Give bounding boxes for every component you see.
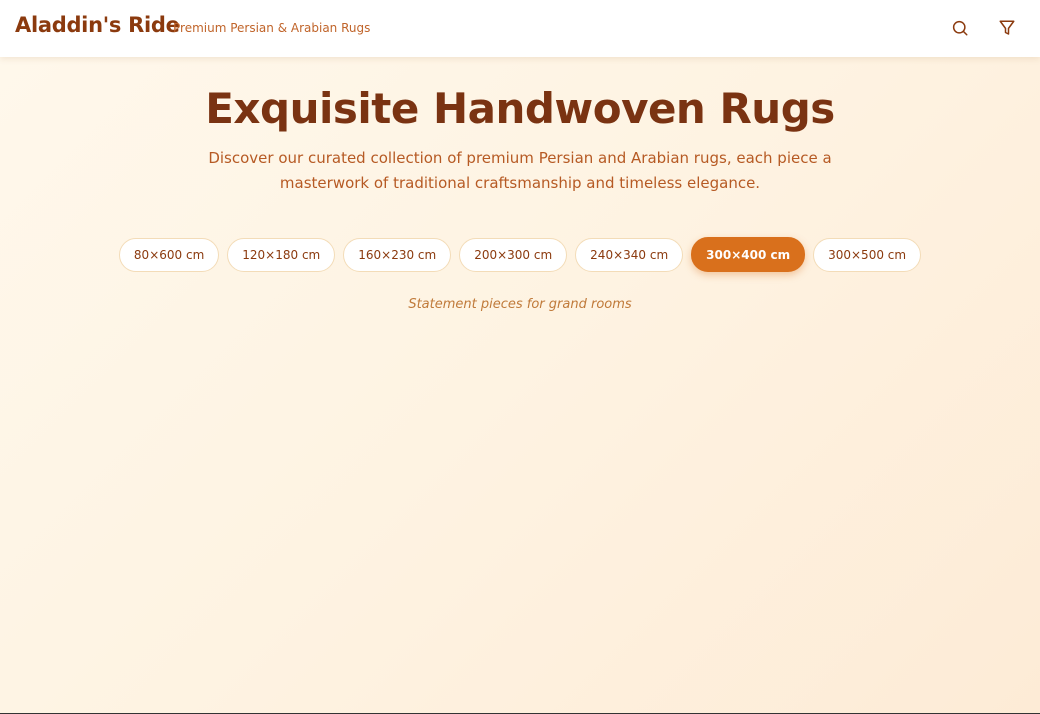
size-filter: 80×600 cm 120×180 cm 160×230 cm 200×300 … [0,237,1040,272]
filter-icon [999,20,1015,35]
page-title: Exquisite Handwoven Rugs [205,84,835,133]
size-description: Statement pieces for grand rooms [408,297,632,312]
filter-button[interactable] [994,15,1020,41]
site-header: Aladdin's Ride Premium Persian & Arabian… [0,0,1040,57]
size-option-120x180[interactable]: 120×180 cm [227,238,336,272]
hero-description: Discover our curated collection of premi… [208,149,832,192]
size-option-300x500[interactable]: 300×500 cm [813,238,922,272]
size-option-80x600[interactable]: 80×600 cm [118,238,220,272]
size-option-300x400-selected[interactable]: 300×400 cm [691,237,806,272]
brand-logo[interactable]: Aladdin's Ride [15,13,180,37]
brand-tagline: Premium Persian & Arabian Rugs [173,21,371,35]
size-option-160x230[interactable]: 160×230 cm [343,238,452,272]
size-option-240x340[interactable]: 240×340 cm [575,238,684,272]
search-button[interactable] [947,15,973,41]
search-icon [952,20,968,36]
size-option-200x300[interactable]: 200×300 cm [459,238,568,272]
